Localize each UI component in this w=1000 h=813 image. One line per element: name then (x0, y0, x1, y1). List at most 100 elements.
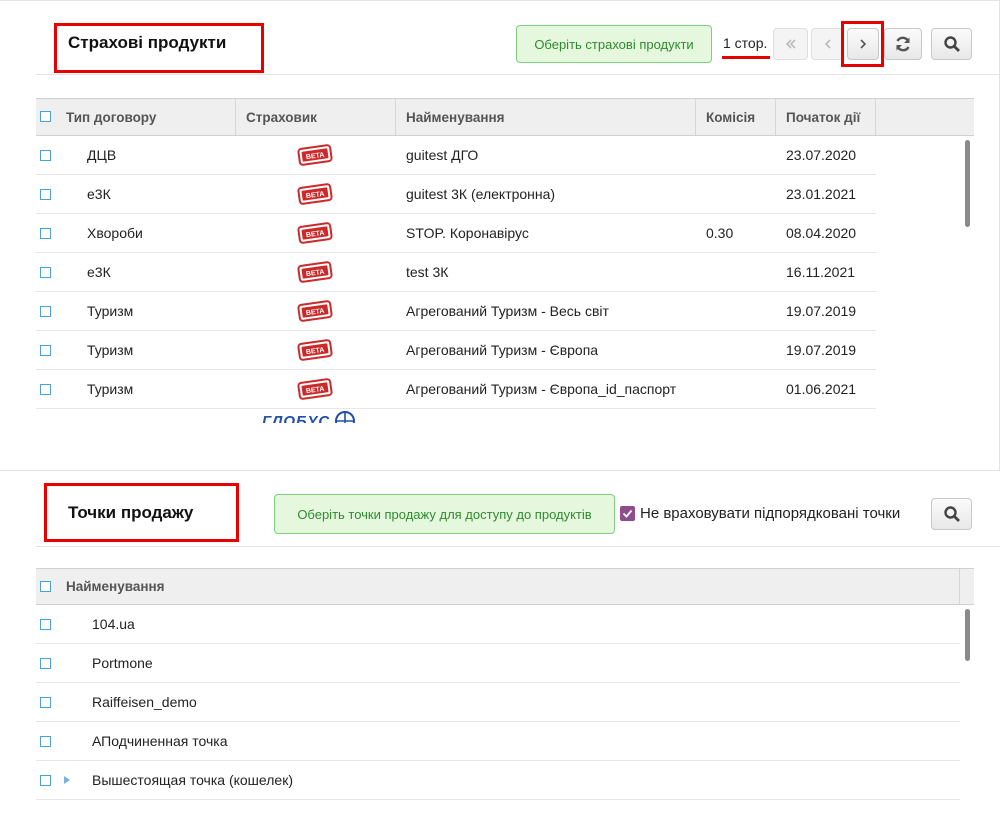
list-item[interactable]: АПодчиненная точка (36, 722, 960, 761)
row-checkbox[interactable] (40, 345, 51, 356)
products-scrollbar[interactable] (965, 140, 970, 227)
insurer-logo-veta: ВЕТА (296, 370, 334, 408)
search-icon (943, 506, 960, 522)
products-table-body: ДЦВ ВЕТА guitest ДГО 23.07.2020 е3К ВЕТА guite… (0, 136, 1000, 423)
points-scrollbar[interactable] (965, 609, 970, 661)
column-insurer[interactable]: Страховик (236, 99, 396, 135)
row-checkbox[interactable] (40, 189, 51, 200)
insurer-logo-veta: ВЕТА (296, 253, 334, 291)
table-row[interactable]: ДЦВ ВЕТА guitest ДГО 23.07.2020 (36, 136, 876, 175)
contract-type-cell: Хвороби (87, 225, 143, 241)
start-date-cell: 23.01.2021 (786, 186, 857, 202)
product-name-cell: Агрегований Туризм - Європа (406, 342, 599, 358)
insurer-logo-text: ВЕТА (305, 308, 324, 318)
start-date-cell: 08.04.2020 (786, 225, 857, 241)
search-points-button[interactable] (931, 498, 972, 530)
table-row[interactable]: Туризм ВЕТА Агрегований Туризм - Весь світ… (36, 292, 876, 331)
search-icon (943, 36, 960, 52)
product-name-cell: guitest ДГО (406, 147, 479, 163)
select-all-products-checkbox[interactable] (40, 111, 51, 122)
search-products-button[interactable] (931, 28, 972, 60)
insurer-logo-text: ВЕТА (305, 386, 324, 396)
product-name-cell: Агрегований Туризм - Європа_id_паспорт (406, 381, 677, 397)
insurer-logo-text: ВЕТА (305, 230, 324, 240)
next-page-highlight (841, 21, 884, 67)
row-checkbox[interactable] (40, 267, 51, 278)
refresh-button[interactable] (884, 28, 922, 60)
column-commission[interactable]: Комісія (696, 99, 776, 135)
contract-type-cell: е3К (87, 186, 111, 202)
row-checkbox[interactable] (40, 658, 51, 669)
start-date-cell: 16.11.2021 (786, 264, 856, 280)
table-row-partial[interactable]: ГЛОБУС (36, 409, 876, 423)
point-name-cell: АПодчиненная точка (92, 733, 228, 749)
first-page-icon (785, 39, 796, 49)
insurer-logo-text: ВЕТА (305, 152, 324, 162)
point-name-cell: Вышестоящая точка (кошелек) (92, 772, 293, 788)
point-name-cell: 104.ua (92, 616, 135, 632)
contract-type-cell: Туризм (87, 342, 134, 358)
contract-type-cell: Туризм (87, 381, 134, 397)
products-table-header: Тип договору Страховик Найменування Комі… (36, 98, 974, 136)
insurer-logo-text: ВЕТА (305, 191, 324, 201)
list-item[interactable]: 104.ua (36, 605, 960, 644)
select-all-points-checkbox[interactable] (40, 581, 51, 592)
products-title: Страхові продукти (68, 33, 227, 52)
table-row[interactable]: Туризм ВЕТА Агрегований Туризм - Європа 19.… (36, 331, 876, 370)
product-name-cell: Агрегований Туризм - Весь світ (406, 303, 609, 319)
points-title: Точки продажу (68, 503, 194, 522)
product-name-cell: guitest 3К (електронна) (406, 186, 556, 202)
insurer-logo-veta: ВЕТА (296, 175, 334, 213)
contract-type-cell: ДЦВ (87, 147, 117, 163)
select-products-button[interactable]: Оберіть страхові продукти (516, 25, 712, 63)
insurer-logo-text: ВЕТА (305, 347, 324, 357)
row-checkbox[interactable] (40, 384, 51, 395)
globe-icon (335, 411, 356, 423)
column-contract-type[interactable]: Тип договору (56, 99, 236, 135)
insurer-logo-veta: ВЕТА (296, 214, 334, 252)
product-name-cell: STOP. Коронавірус (406, 225, 529, 241)
refresh-icon (896, 36, 910, 52)
prev-page-icon (824, 39, 831, 49)
points-table-body: 104.ua Portmone Raiffeisen_demo АПодчиненна… (0, 605, 1000, 813)
first-page-button[interactable] (773, 28, 808, 60)
table-row[interactable]: е3К ВЕТА guitest 3К (електронна) 23.01.2021 (36, 175, 876, 214)
list-item[interactable]: Portmone (36, 644, 960, 683)
row-checkbox[interactable] (40, 736, 51, 747)
checkmark-icon (622, 509, 633, 518)
select-points-button[interactable]: Оберіть точки продажу для доступу до про… (274, 494, 615, 534)
start-date-cell: 19.07.2019 (786, 342, 857, 358)
insurer-logo-globus: ГЛОБУС (262, 409, 356, 423)
expand-arrow-icon[interactable] (63, 761, 71, 799)
start-date-cell: 23.07.2020 (786, 147, 857, 163)
row-checkbox[interactable] (40, 306, 51, 317)
table-row[interactable]: Хвороби ВЕТА STOP. Коронавірус 0.30 08.04.20… (36, 214, 876, 253)
point-name-cell: Portmone (92, 655, 153, 671)
column-name[interactable]: Найменування (396, 99, 696, 135)
list-item[interactable]: Raiffeisen_demo (36, 683, 960, 722)
commission-cell: 0.30 (706, 225, 734, 241)
insurer-logo-veta: ВЕТА (296, 136, 334, 174)
contract-type-cell: е3К (87, 264, 111, 280)
start-date-cell: 01.06.2021 (786, 381, 857, 397)
ignore-subordinate-checkbox[interactable] (620, 506, 635, 521)
page-indicator: 1 стор. (723, 35, 768, 51)
insurer-logo-veta: ВЕТА (296, 331, 334, 369)
table-row[interactable]: Туризм ВЕТА Агрегований Туризм - Європа_id… (36, 370, 876, 409)
table-row[interactable]: е3К ВЕТА test 3К 16.11.2021 (36, 253, 876, 292)
row-checkbox[interactable] (40, 697, 51, 708)
ignore-subordinate-label[interactable]: Не враховувати підпорядковані точки (640, 505, 900, 522)
list-item[interactable]: Вышестоящая точка (кошелек) (36, 761, 960, 800)
prev-page-button[interactable] (811, 28, 844, 60)
insurer-logo-text: ВЕТА (305, 269, 324, 279)
row-checkbox[interactable] (40, 775, 51, 786)
column-start-date[interactable]: Початок дії (776, 99, 876, 135)
column-point-name[interactable]: Найменування (56, 569, 960, 604)
points-table-header: Найменування (36, 568, 974, 605)
contract-type-cell: Туризм (87, 303, 134, 319)
row-checkbox[interactable] (40, 150, 51, 161)
row-checkbox[interactable] (40, 619, 51, 630)
row-checkbox[interactable] (40, 228, 51, 239)
product-name-cell: test 3К (406, 264, 449, 280)
page-indicator-underline (722, 56, 770, 59)
